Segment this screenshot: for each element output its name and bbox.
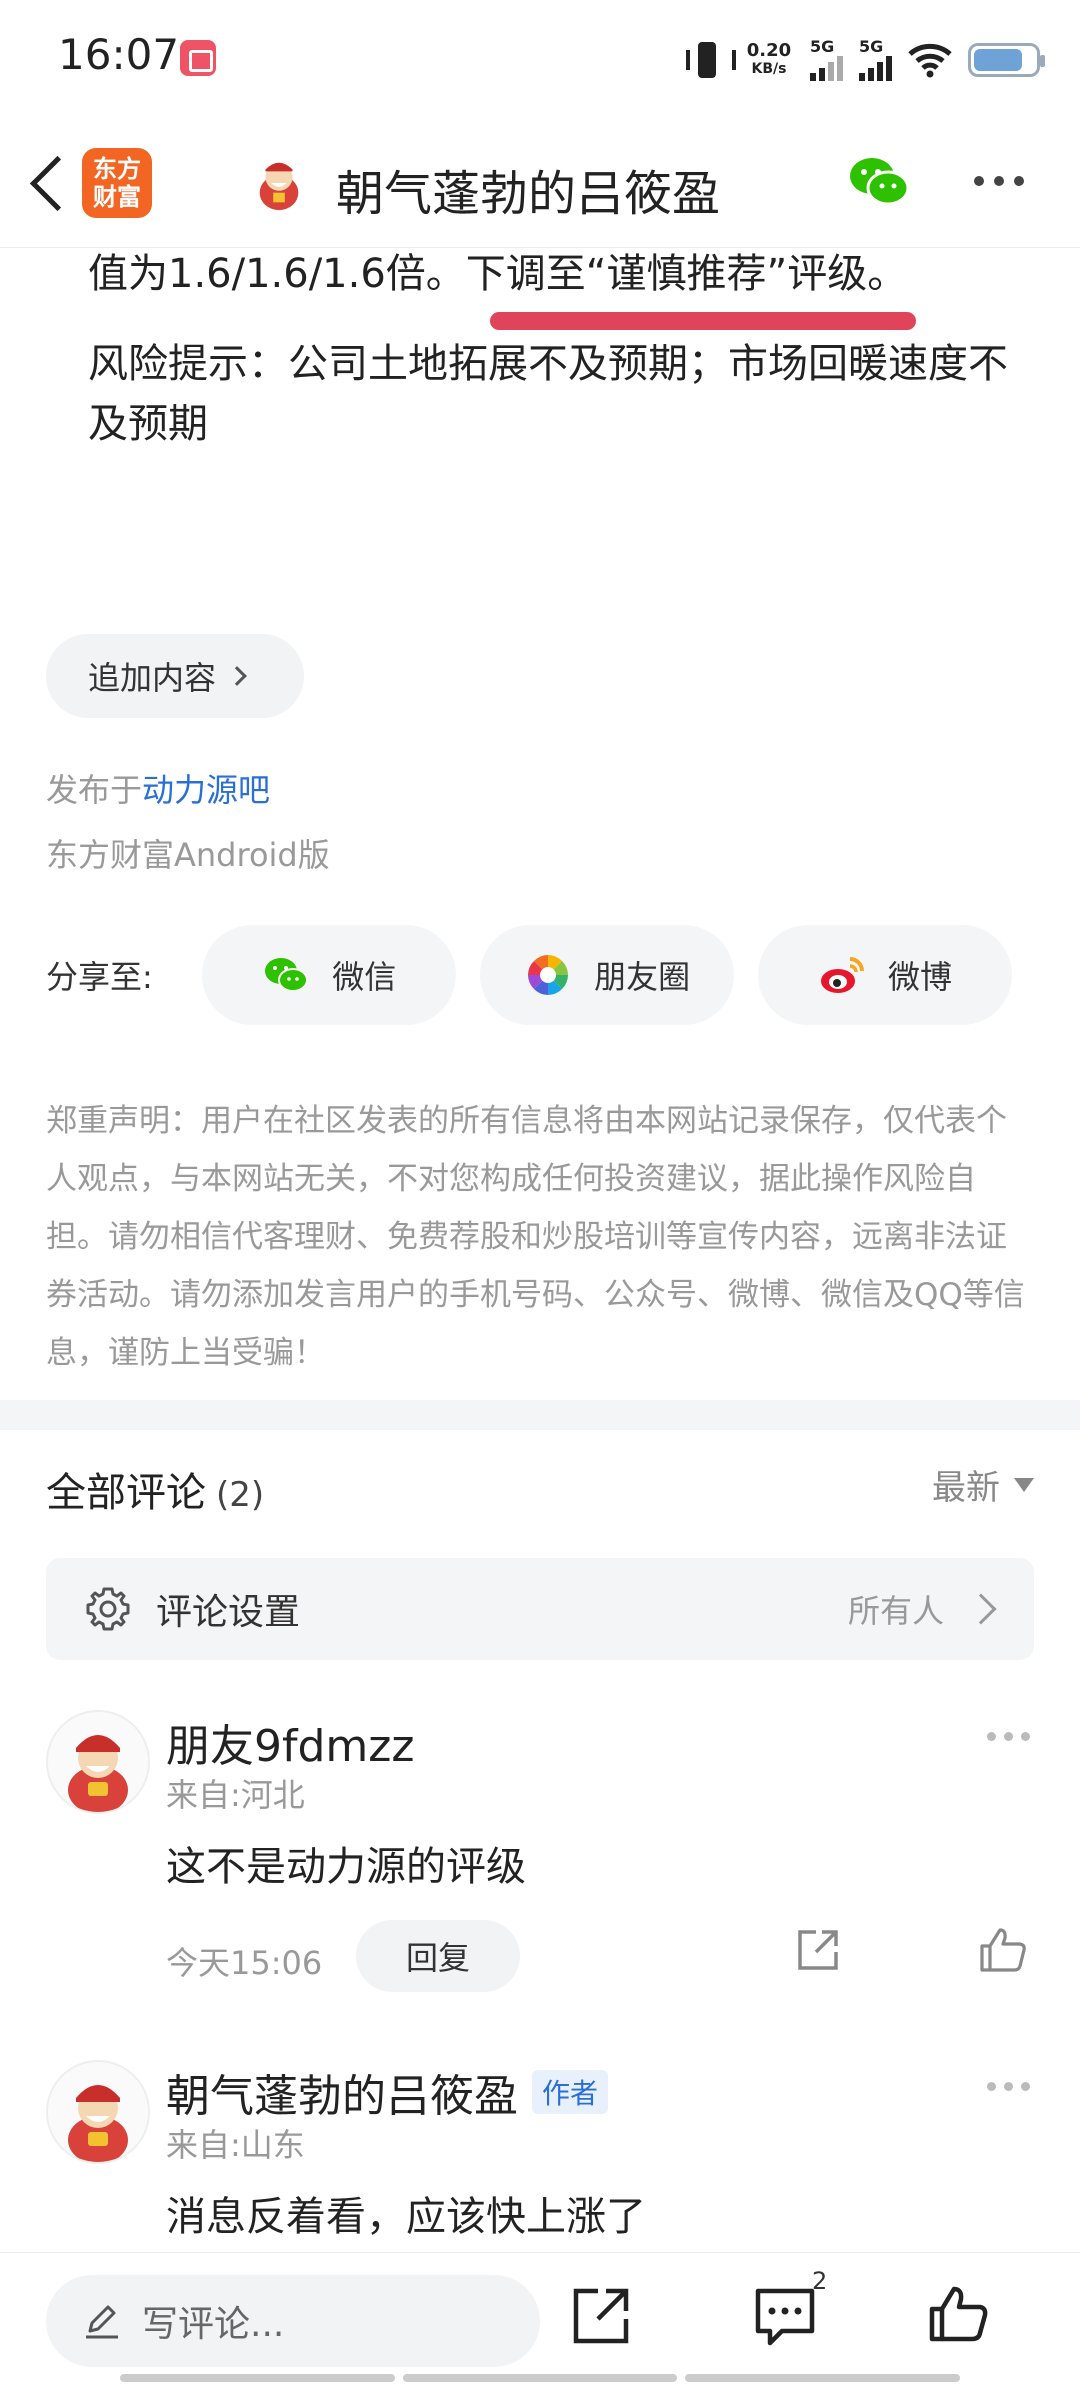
gear-icon	[86, 1587, 130, 1631]
disclaimer-text: 郑重声明：用户在社区发表的所有信息将由本网站记录保存，仅代表个人观点，与本网站无…	[46, 1103, 1025, 1371]
share-label: 分享至:	[46, 958, 153, 996]
eastmoney-logo[interactable]: 东方 财富	[82, 148, 152, 218]
more-options-icon[interactable]	[974, 176, 1024, 186]
status-icons: 0.20 KB/s 5G 5G	[686, 30, 1045, 90]
comment-text: 这不是动力源的评级	[166, 1844, 526, 1890]
highlighted-text: 下调至“谨慎推荐”评级	[465, 251, 868, 297]
status-time: 16:07	[58, 30, 180, 79]
weibo-icon	[821, 957, 865, 993]
signal-sim2-icon: 5G	[859, 39, 892, 81]
add-content-button[interactable]: 追加内容	[46, 634, 304, 718]
comment-icon[interactable]	[752, 2285, 818, 2349]
avatar[interactable]	[46, 1710, 150, 1814]
moments-icon	[528, 955, 569, 995]
comment-item: 朝气蓬勃的吕筱盈 作者 来自:山东 消息反着看，应该快上涨了	[46, 2060, 1034, 2250]
share-moments-button[interactable]: 朋友圈	[480, 925, 735, 1025]
section-divider	[0, 1400, 1080, 1430]
comment-count-badge: 2	[812, 2267, 828, 2295]
author-avatar-small[interactable]	[250, 154, 308, 212]
chevron-right-icon	[965, 1593, 997, 1625]
top-nav-bar: 东方 财富 朝气蓬勃的吕筱盈	[0, 120, 1080, 248]
network-speed: 0.20 KB/s	[746, 40, 792, 78]
wifi-icon	[908, 42, 952, 78]
comment-more-icon[interactable]	[987, 2082, 1030, 2091]
share-weibo-button[interactable]: 微博	[758, 925, 1013, 1025]
share-row: 分享至: 微信 朋友圈 微博	[46, 925, 1036, 1025]
client-label: 东方财富Android版	[46, 836, 330, 874]
forum-link[interactable]: 动力源吧	[142, 771, 270, 809]
write-comment-input[interactable]: 写评论...	[46, 2275, 540, 2367]
comment-time: 今天15:06	[166, 1944, 323, 1982]
avatar[interactable]	[46, 2060, 150, 2164]
comment-more-icon[interactable]	[987, 1732, 1030, 1741]
comment-settings-row[interactable]: 评论设置 所有人	[46, 1558, 1034, 1660]
like-icon[interactable]	[978, 1924, 1028, 1974]
notification-app-icon	[180, 40, 216, 76]
comment-item: 朋友9fdmzz 来自:河北 这不是动力源的评级 今天15:06 回复	[46, 1710, 1034, 2010]
published-in: 发布于动力源吧	[46, 771, 271, 809]
dropdown-arrow-icon	[1014, 1477, 1034, 1492]
author-badge: 作者	[532, 2070, 609, 2114]
article-body: 值为1.6/1.6/1.6倍。下调至“谨慎推荐”评级。 风险提示：公司土地拓展不…	[88, 244, 1018, 484]
vibrate-icon	[686, 40, 736, 80]
wechat-icon	[265, 958, 309, 992]
chevron-right-icon	[227, 666, 247, 686]
battery-icon	[968, 43, 1045, 77]
sort-dropdown[interactable]: 最新	[932, 1460, 1034, 1509]
highlight-underline	[490, 312, 916, 330]
page-title: 朝气蓬勃的吕筱盈	[336, 166, 721, 222]
reply-button[interactable]: 回复	[356, 1920, 520, 1992]
wechat-icon[interactable]	[848, 154, 910, 210]
status-bar: 16:07 0.20 KB/s 5G 5G	[0, 0, 1080, 120]
back-icon[interactable]	[26, 152, 66, 216]
bottom-action-bar: 写评论... 2	[0, 2252, 1080, 2388]
share-wechat-button[interactable]: 微信	[202, 925, 457, 1025]
share-icon[interactable]	[568, 2283, 634, 2349]
commenter-name[interactable]: 朝气蓬勃的吕筱盈 作者	[166, 2060, 609, 2124]
commenter-name[interactable]: 朋友9fdmzz	[166, 1710, 414, 1774]
article-paragraph: 值为1.6/1.6/1.6倍。下调至“谨慎推荐”评级。	[88, 251, 908, 297]
gesture-bar	[120, 2374, 961, 2382]
comments-header: 全部评论 (2)	[46, 1470, 265, 1516]
share-icon[interactable]	[794, 1926, 842, 1974]
risk-warning: 风险提示：公司土地拓展不及预期；市场回暖速度不及预期	[88, 341, 1008, 447]
pencil-icon	[86, 2305, 118, 2339]
comment-text: 消息反着看，应该快上涨了	[166, 2194, 646, 2240]
commenter-location: 来自:山东	[166, 2126, 305, 2164]
like-icon[interactable]	[926, 2281, 990, 2345]
signal-sim1-icon: 5G	[810, 39, 843, 81]
comments-count: (2)	[216, 1475, 265, 1515]
commenter-location: 来自:河北	[166, 1776, 305, 1814]
